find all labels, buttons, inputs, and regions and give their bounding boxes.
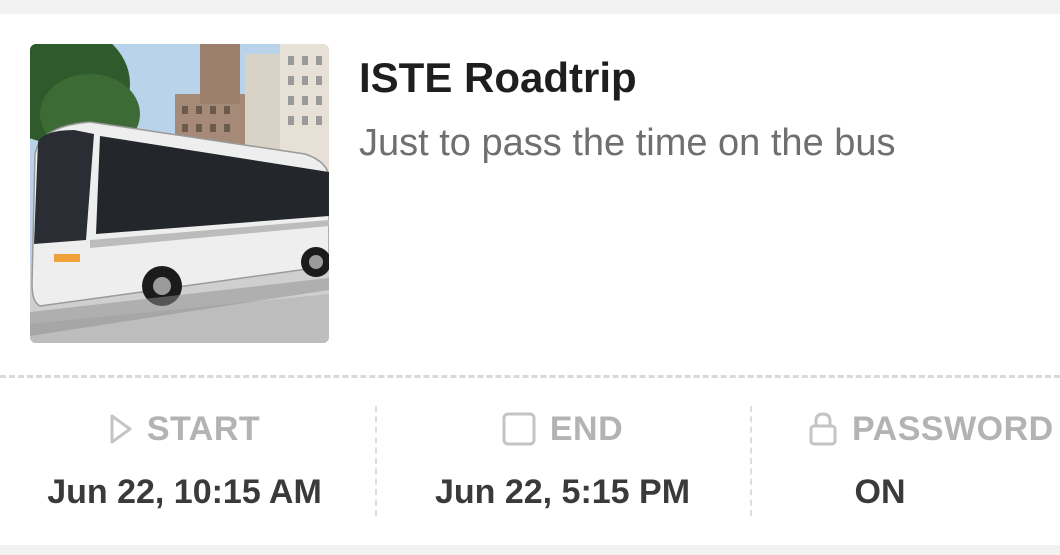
start-value: Jun 22, 10:15 AM [47, 473, 322, 511]
password-label: PASSWORD [852, 409, 1054, 448]
password-detail: PASSWORD ON [750, 407, 1060, 517]
square-icon [502, 412, 536, 446]
room-card[interactable]: ISTE Roadtrip Just to pass the time on t… [0, 14, 1060, 545]
dashed-divider [0, 375, 1060, 378]
bus-photo-image [30, 44, 329, 343]
start-detail: START Jun 22, 10:15 AM [0, 407, 375, 517]
end-value: Jun 22, 5:15 PM [434, 473, 691, 511]
password-value: ON [854, 473, 906, 511]
lock-icon [808, 411, 838, 447]
room-description: Just to pass the time on the bus [359, 122, 896, 164]
end-detail: END Jun 22, 5:15 PM [375, 407, 750, 517]
bus-thumbnail [30, 44, 329, 343]
room-title: ISTE Roadtrip [359, 54, 637, 101]
start-label: START [146, 409, 261, 448]
end-label: END [549, 409, 624, 448]
play-icon [109, 413, 133, 445]
